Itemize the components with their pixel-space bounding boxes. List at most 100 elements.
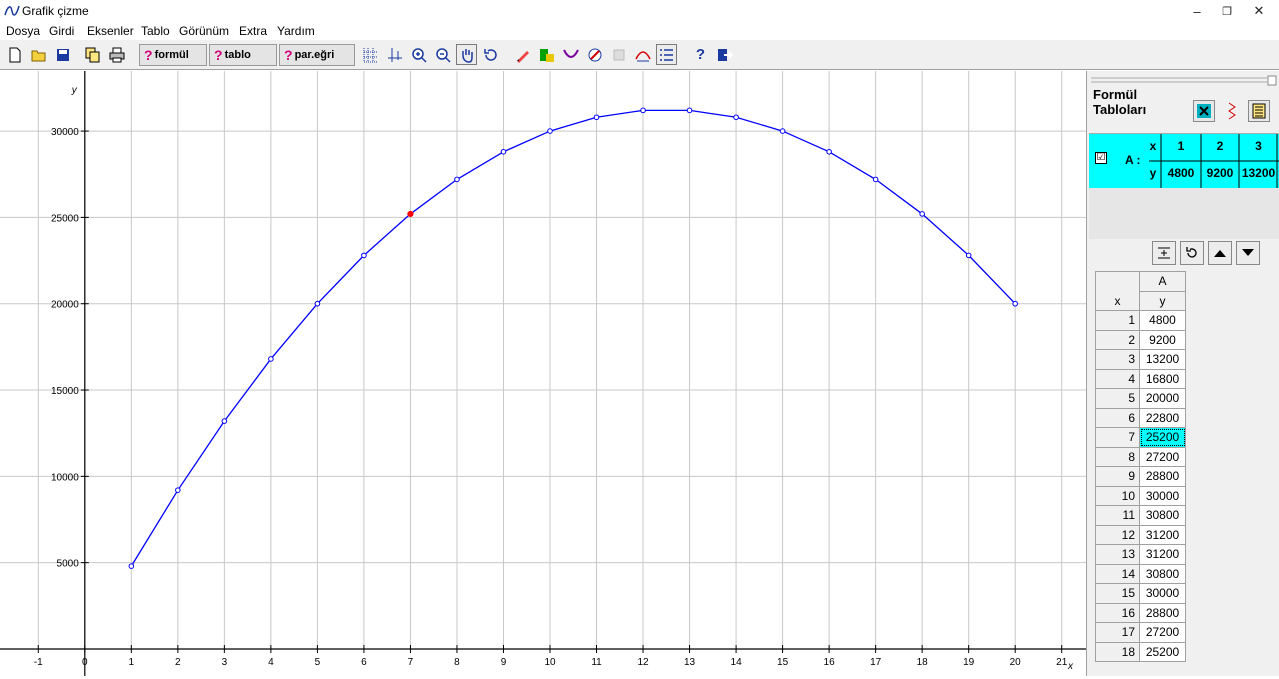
table-row[interactable]: 5 20000	[1095, 388, 1186, 409]
pan-hand-icon[interactable]	[456, 44, 477, 65]
table-row[interactable]: 2 9200	[1095, 329, 1186, 350]
print-icon[interactable]	[106, 44, 127, 65]
menu-yardim[interactable]: Yardım	[277, 24, 315, 38]
save-icon[interactable]	[52, 44, 73, 65]
move-down-icon[interactable]	[1236, 241, 1260, 265]
copy-icon[interactable]	[82, 44, 103, 65]
list-icon[interactable]	[656, 44, 677, 65]
data-point[interactable]	[779, 128, 786, 134]
data-point[interactable]	[500, 148, 507, 155]
table-row[interactable]: 14 30800	[1095, 563, 1186, 584]
shapes-icon[interactable]	[536, 44, 557, 65]
data-point[interactable]	[314, 300, 321, 307]
data-point[interactable]	[268, 356, 274, 362]
table-row[interactable]: 6 22800	[1095, 407, 1186, 428]
data-point[interactable]	[407, 210, 414, 218]
close-button[interactable]: ✕	[1242, 0, 1276, 22]
table-row[interactable]: 7 25200	[1095, 427, 1186, 448]
data-point[interactable]	[686, 107, 693, 114]
menu-extra[interactable]: Extra	[239, 24, 267, 38]
help-icon[interactable]: ?	[690, 44, 711, 65]
table-row[interactable]: 9 28800	[1095, 466, 1186, 487]
data-point[interactable]	[221, 418, 228, 424]
parametric-curve-button[interactable]: ? par.eğri	[279, 44, 355, 66]
calculator-icon[interactable]	[1248, 100, 1270, 122]
data-point[interactable]	[128, 563, 135, 569]
data-point[interactable]	[547, 128, 553, 134]
table-row[interactable]: 8 27200	[1095, 446, 1186, 467]
y-cell[interactable]: 25200	[1139, 427, 1186, 448]
formula-button[interactable]: ? formül	[139, 44, 207, 66]
y-cell[interactable]: 4800	[1139, 310, 1186, 331]
table-row[interactable]: 4 16800	[1095, 368, 1186, 389]
y-cell[interactable]: 30000	[1139, 583, 1186, 604]
graph-area[interactable]: -101234567891011121314151617181920215000…	[0, 71, 1086, 679]
visibility-checkbox[interactable]: ☑	[1095, 152, 1107, 164]
table-row[interactable]: 12 31200	[1095, 524, 1186, 545]
curve-fit-icon[interactable]	[560, 44, 581, 65]
data-point[interactable]	[175, 487, 181, 493]
zoom-in-icon[interactable]	[408, 44, 429, 65]
restore-button[interactable]: ❐	[1210, 0, 1244, 22]
grid-icon[interactable]	[360, 44, 381, 65]
y-cell[interactable]: 27200	[1139, 446, 1186, 467]
table-row[interactable]: 11 30800	[1095, 505, 1186, 526]
y-cell[interactable]: 9200	[1139, 329, 1186, 350]
zoom-out-icon[interactable]	[432, 44, 453, 65]
y-cell[interactable]: 28800	[1139, 466, 1186, 487]
open-folder-icon[interactable]	[28, 44, 49, 65]
data-point[interactable]	[593, 114, 600, 121]
minimize-button[interactable]: –	[1180, 0, 1214, 22]
random-icon[interactable]	[1221, 100, 1243, 122]
draw-pencil-icon[interactable]	[512, 44, 533, 65]
y-cell[interactable]: 27200	[1139, 622, 1186, 643]
edit-curve-icon[interactable]	[584, 44, 605, 65]
table-row[interactable]: 10 30000	[1095, 485, 1186, 506]
move-up-icon[interactable]	[1208, 241, 1232, 265]
table-row[interactable]: 13 31200	[1095, 544, 1186, 565]
y-cell[interactable]: 22800	[1139, 407, 1186, 428]
data-point[interactable]	[965, 252, 972, 259]
reset-view-icon[interactable]	[480, 44, 501, 65]
table-row[interactable]: 3 13200	[1095, 349, 1186, 370]
y-cell[interactable]: 30800	[1139, 505, 1186, 526]
y-cell[interactable]: 25200	[1139, 641, 1186, 662]
align-icon[interactable]	[1152, 241, 1176, 265]
y-cell[interactable]: 28800	[1139, 602, 1186, 623]
y-cell[interactable]: 13200	[1139, 349, 1186, 370]
y-cell[interactable]: 31200	[1139, 524, 1186, 545]
menu-girdi[interactable]: Girdi	[49, 24, 74, 38]
table-row[interactable]: 17 27200	[1095, 622, 1186, 643]
data-point[interactable]	[872, 176, 879, 183]
table-row[interactable]: 15 30000	[1095, 583, 1186, 604]
table-row[interactable]: 16 28800	[1095, 602, 1186, 623]
y-cell[interactable]: 30800	[1139, 563, 1186, 584]
data-point[interactable]	[454, 176, 460, 183]
menu-dosya[interactable]: Dosya	[6, 24, 40, 38]
data-point[interactable]	[640, 107, 646, 114]
function-info-icon[interactable]	[632, 44, 653, 65]
data-point[interactable]	[919, 211, 925, 217]
menu-gorunum[interactable]: Görünüm	[179, 24, 229, 38]
menu-eksenler[interactable]: Eksenler	[87, 24, 134, 38]
new-file-icon[interactable]	[4, 44, 25, 65]
plot-svg[interactable]: -101234567891011121314151617181920215000…	[0, 71, 1086, 679]
data-point[interactable]	[826, 148, 832, 155]
table-button[interactable]: ? tablo	[209, 44, 277, 66]
data-point[interactable]	[733, 114, 739, 121]
window-title: Grafik çizme	[22, 4, 89, 18]
data-point[interactable]	[361, 252, 367, 259]
delete-table-icon[interactable]	[1193, 100, 1215, 122]
table-row[interactable]: 18 25200	[1095, 641, 1186, 662]
y-cell[interactable]: 30000	[1139, 485, 1186, 506]
y-cell[interactable]: 31200	[1139, 544, 1186, 565]
data-point[interactable]	[1012, 300, 1018, 307]
exit-icon[interactable]	[714, 44, 735, 65]
axes-icon[interactable]	[384, 44, 405, 65]
refresh-icon[interactable]	[1180, 241, 1204, 265]
table-row[interactable]: 1 4800	[1095, 310, 1186, 331]
formula-row-A[interactable]: ☑ A : x y 1 2 3 4800 9200 13200	[1089, 134, 1279, 188]
y-cell[interactable]: 16800	[1139, 368, 1186, 389]
menu-tablo[interactable]: Tablo	[141, 24, 170, 38]
y-cell[interactable]: 20000	[1139, 388, 1186, 409]
